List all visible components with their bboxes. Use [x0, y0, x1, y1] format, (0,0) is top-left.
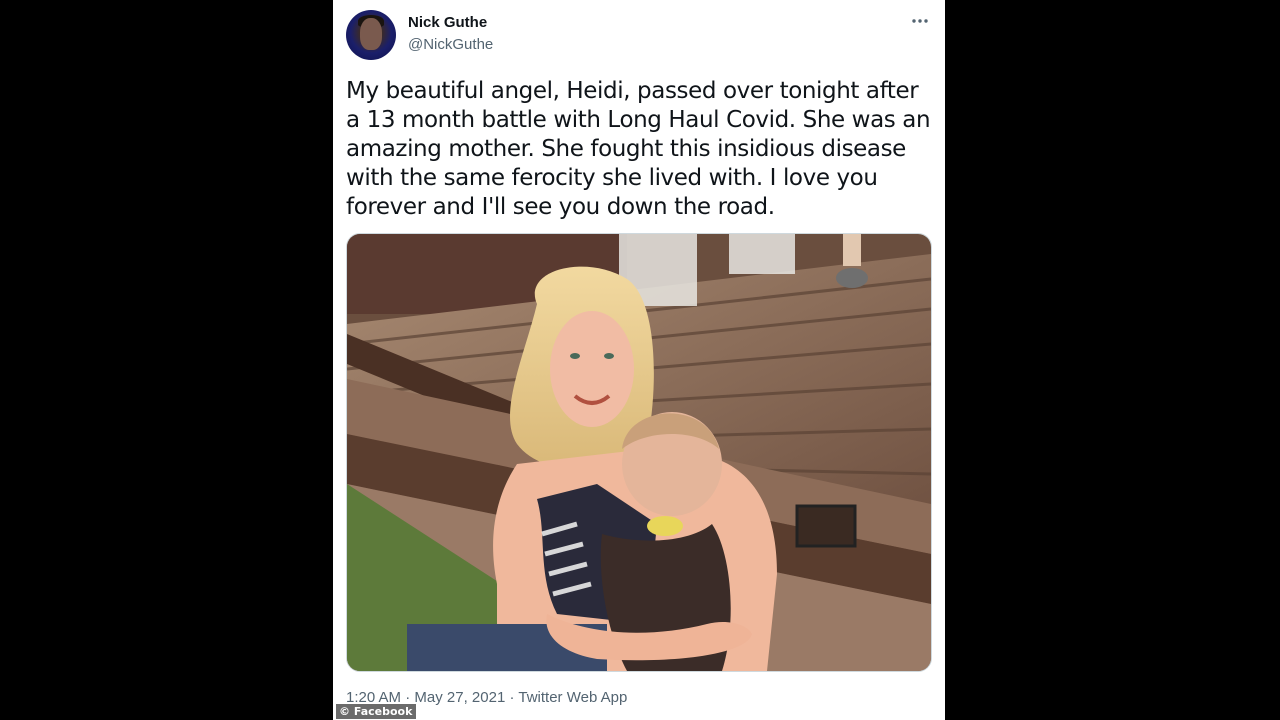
- video-frame: Nick Guthe @NickGuthe My beautiful angel…: [0, 0, 1280, 720]
- tweet-source-link[interactable]: Twitter Web App: [518, 689, 627, 706]
- more-horizontal-icon: [912, 19, 928, 23]
- author-name[interactable]: Nick Guthe: [408, 14, 487, 31]
- avatar[interactable]: [346, 10, 396, 60]
- source-credit-badge: © Facebook: [336, 704, 417, 719]
- tweet-date-link[interactable]: May 27, 2021: [414, 689, 505, 706]
- tweet-photo[interactable]: [346, 233, 932, 672]
- tweet-text: My beautiful angel, Heidi, passed over t…: [346, 78, 931, 220]
- more-options-button[interactable]: [907, 12, 933, 36]
- separator: ·: [509, 689, 515, 706]
- tweet-card: Nick Guthe @NickGuthe My beautiful angel…: [333, 0, 945, 720]
- photo-image: [347, 234, 931, 671]
- author-handle[interactable]: @NickGuthe: [408, 36, 493, 53]
